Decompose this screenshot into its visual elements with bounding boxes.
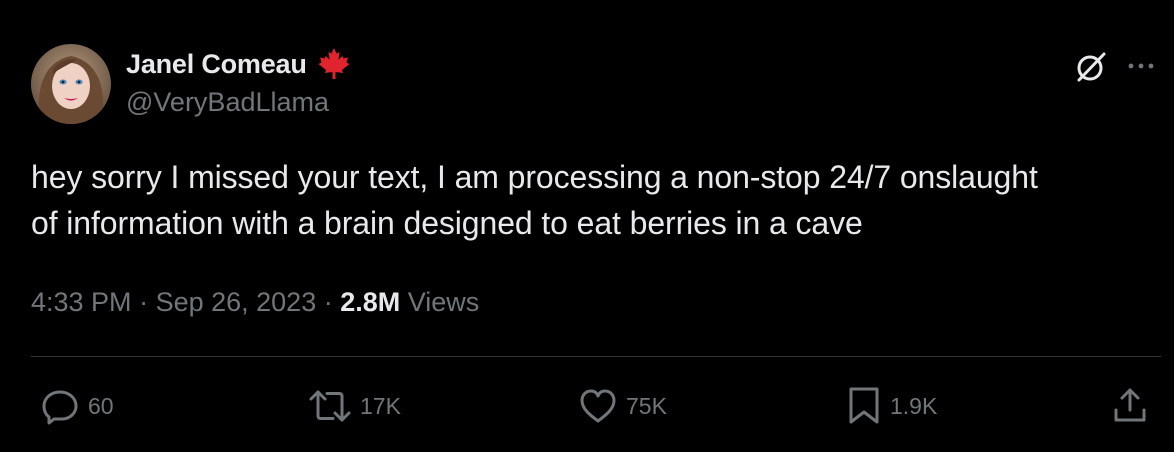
tweet-date[interactable]: Sep 26, 2023 bbox=[156, 287, 317, 317]
meta-separator: · bbox=[316, 287, 341, 317]
reply-count: 60 bbox=[88, 392, 114, 419]
reply-icon bbox=[42, 390, 78, 425]
tweet-time[interactable]: 4:33 PM bbox=[31, 287, 132, 317]
retweet-button[interactable]: 17K bbox=[308, 386, 401, 426]
profile-photo bbox=[31, 44, 111, 124]
display-name[interactable]: Janel Comeau bbox=[126, 49, 307, 80]
grok-icon[interactable] bbox=[1074, 50, 1108, 84]
views-count[interactable]: 2.8M bbox=[340, 287, 400, 317]
divider bbox=[31, 356, 1161, 357]
maple-leaf-icon bbox=[316, 46, 352, 82]
bookmark-icon bbox=[849, 387, 879, 424]
meta-separator: · bbox=[131, 287, 156, 317]
tweet-text: hey sorry I missed your text, I am proce… bbox=[31, 159, 1038, 241]
bookmark-button[interactable]: 1.9K bbox=[846, 386, 937, 426]
reply-button[interactable]: 60 bbox=[40, 386, 114, 426]
share-button[interactable] bbox=[1112, 386, 1148, 426]
views-label: Views bbox=[400, 287, 480, 317]
heart-icon bbox=[580, 389, 616, 423]
avatar[interactable] bbox=[31, 44, 111, 124]
bookmark-count: 1.9K bbox=[890, 392, 938, 419]
author-name-row[interactable]: Janel Comeau bbox=[126, 46, 352, 82]
share-icon bbox=[1114, 388, 1146, 422]
more-options-icon[interactable] bbox=[1126, 54, 1156, 78]
retweet-count: 17K bbox=[360, 392, 401, 419]
author-handle[interactable]: @VeryBadLlama bbox=[126, 87, 329, 118]
tweet-meta: 4:33 PM · Sep 26, 2023 · 2.8M Views bbox=[31, 282, 479, 322]
retweet-icon bbox=[309, 390, 351, 422]
like-button[interactable]: 75K bbox=[578, 386, 667, 426]
like-count: 75K bbox=[626, 392, 667, 419]
